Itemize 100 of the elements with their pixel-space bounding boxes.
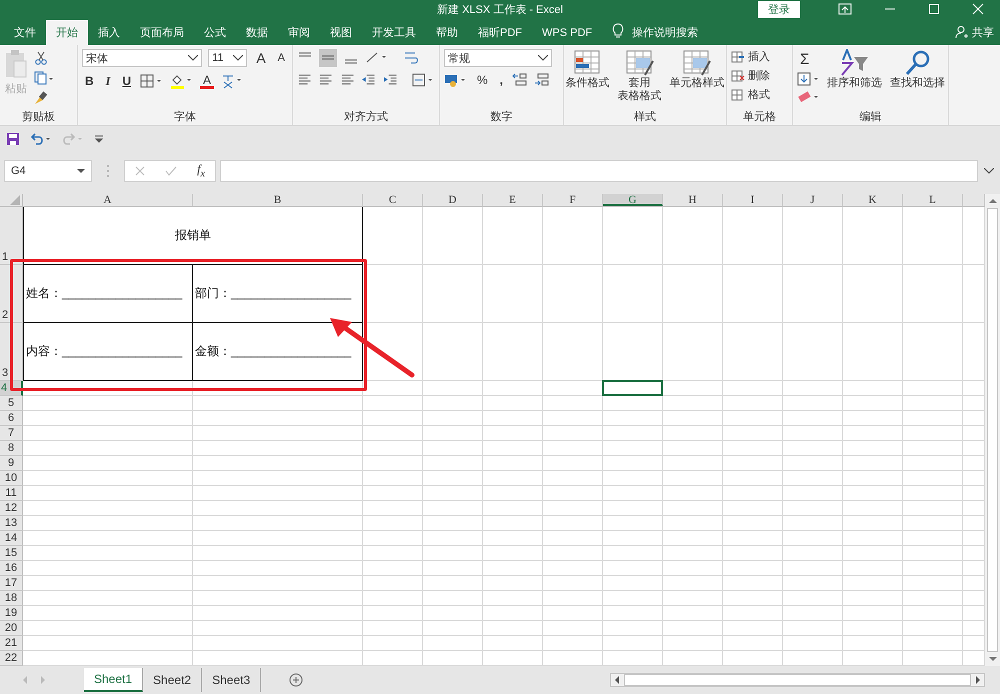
horizontal-scrollbar[interactable] [610,673,985,687]
grow-font-button[interactable]: A [253,50,269,66]
column-header[interactable]: L [903,194,963,206]
column-header[interactable]: I [723,194,783,206]
row-header[interactable]: 19 [0,606,23,621]
drag-handle-icon[interactable] [106,164,110,178]
scroll-up-icon[interactable] [988,198,996,204]
align-text-icon[interactable] [318,73,334,87]
scroll-thumb[interactable] [624,674,971,686]
row-header[interactable]: 22 [0,651,23,666]
column-header[interactable]: B [193,194,363,206]
row-header[interactable]: 12 [0,501,23,516]
align-text-icon[interactable] [297,73,312,87]
style-button[interactable]: 套用 表格格式 [616,49,664,109]
column-header[interactable]: E [483,194,543,206]
sort-filter-button[interactable]: 排序和筛选 [825,49,884,109]
sheet-tab[interactable]: Sheet2 [143,668,202,692]
caret-icon[interactable] [188,55,198,61]
style-button[interactable]: 条件格式 [564,49,612,109]
row-header[interactable]: 20 [0,621,23,636]
sheet-tab[interactable]: Sheet1 [84,668,144,692]
sheet-tab[interactable]: Sheet3 [202,668,262,692]
shrink-font-button[interactable]: A [274,52,288,64]
bold-button[interactable]: B [82,74,97,88]
row-header[interactable]: 15 [0,546,23,561]
insert-function-button[interactable]: f$_{x}$ [197,162,205,180]
row-header[interactable]: 8 [0,441,23,456]
ribbon-tab[interactable]: 插入 [88,20,130,45]
row-header[interactable]: 6 [0,411,23,426]
column-header[interactable]: G [603,194,663,206]
decrease-decimal-icon[interactable] [534,73,550,87]
column-header[interactable]: K [843,194,903,206]
undo-icon[interactable] [30,132,52,146]
currency-icon[interactable] [444,73,468,87]
ribbon-tab[interactable]: 文件 [4,20,46,45]
maximize-icon[interactable] [928,3,940,15]
row-header[interactable]: 1 [0,207,23,265]
ribbon-display-icon[interactable] [838,3,852,15]
scroll-right-icon[interactable] [975,676,981,684]
decrease-indent-icon[interactable] [361,73,377,87]
ribbon-tab[interactable]: 页面布局 [130,20,194,45]
find-select-button[interactable]: 查找和选择 [888,49,947,109]
caret-icon[interactable] [538,55,548,61]
fill-down-icon[interactable] [797,72,821,86]
ribbon-tab[interactable]: 审阅 [278,20,320,45]
ribbon-tab[interactable]: 视图 [320,20,362,45]
close-icon[interactable] [972,3,984,15]
row-header[interactable]: 9 [0,456,23,471]
vertical-scrollbar[interactable] [985,194,1000,666]
scroll-down-icon[interactable] [988,656,996,662]
align-middle-icon[interactable] [319,49,337,67]
increase-indent-icon[interactable] [382,73,398,87]
row-header[interactable]: 7 [0,426,23,441]
row-header[interactable]: 14 [0,531,23,546]
formula-field[interactable] [220,160,978,182]
wrap-text-icon[interactable] [403,50,419,66]
format-painter-icon[interactable] [34,91,48,105]
customize-icon[interactable] [94,134,104,144]
font-name-field[interactable]: 宋体 [82,49,202,67]
scissors-icon[interactable] [34,51,48,65]
column-header[interactable]: D [423,194,483,206]
ribbon-tab[interactable]: 数据 [236,20,278,45]
scroll-thumb[interactable] [987,208,998,652]
column-header[interactable]: A [23,194,193,206]
save-icon[interactable] [6,132,20,146]
ribbon-tab[interactable]: 开发工具 [362,20,426,45]
cells-button[interactable]: 删除 [731,68,788,83]
number-format-field[interactable]: 常规 [444,49,552,67]
name-box[interactable]: G4 [4,160,92,182]
row-header[interactable]: 21 [0,636,23,651]
login-button[interactable]: 登录 [758,0,800,18]
column-header[interactable]: J [783,194,843,206]
caret-icon[interactable] [233,55,244,61]
percent-button[interactable]: % [474,73,491,87]
share-button[interactable]: 共享 [972,20,994,45]
align-text-icon[interactable] [340,73,356,87]
italic-button[interactable]: I [102,74,114,88]
style-button[interactable]: 单元格样式 [668,49,726,109]
font-color-button[interactable]: A [200,74,214,88]
autosum-button[interactable]: Σ [797,51,821,68]
add-sheet-icon[interactable] [289,673,304,687]
row-header[interactable]: 11 [0,486,23,501]
ribbon-tab[interactable]: WPS PDF [532,20,602,45]
ribbon-tab[interactable]: 福昕PDF [468,20,532,45]
row-header[interactable]: 10 [0,471,23,486]
tell-me-search[interactable]: 操作说明搜索 [632,20,698,45]
font-size-field[interactable]: 11 [208,49,248,67]
ribbon-tab[interactable]: 公式 [194,20,236,45]
row-header[interactable]: 17 [0,576,23,591]
column-header[interactable]: H [663,194,723,206]
row-header[interactable]: 13 [0,516,23,531]
scroll-left-icon[interactable] [614,676,620,684]
copy-icon[interactable] [34,71,54,85]
row-header[interactable]: 5 [0,396,23,411]
cells-button[interactable]: 插入 [731,49,788,64]
cells-button[interactable]: 格式 [731,87,788,102]
expand-icon[interactable] [984,168,994,174]
ribbon-tab[interactable]: 帮助 [426,20,468,45]
ribbon-tab[interactable]: 开始 [46,20,88,45]
comma-button[interactable]: , [496,73,506,87]
